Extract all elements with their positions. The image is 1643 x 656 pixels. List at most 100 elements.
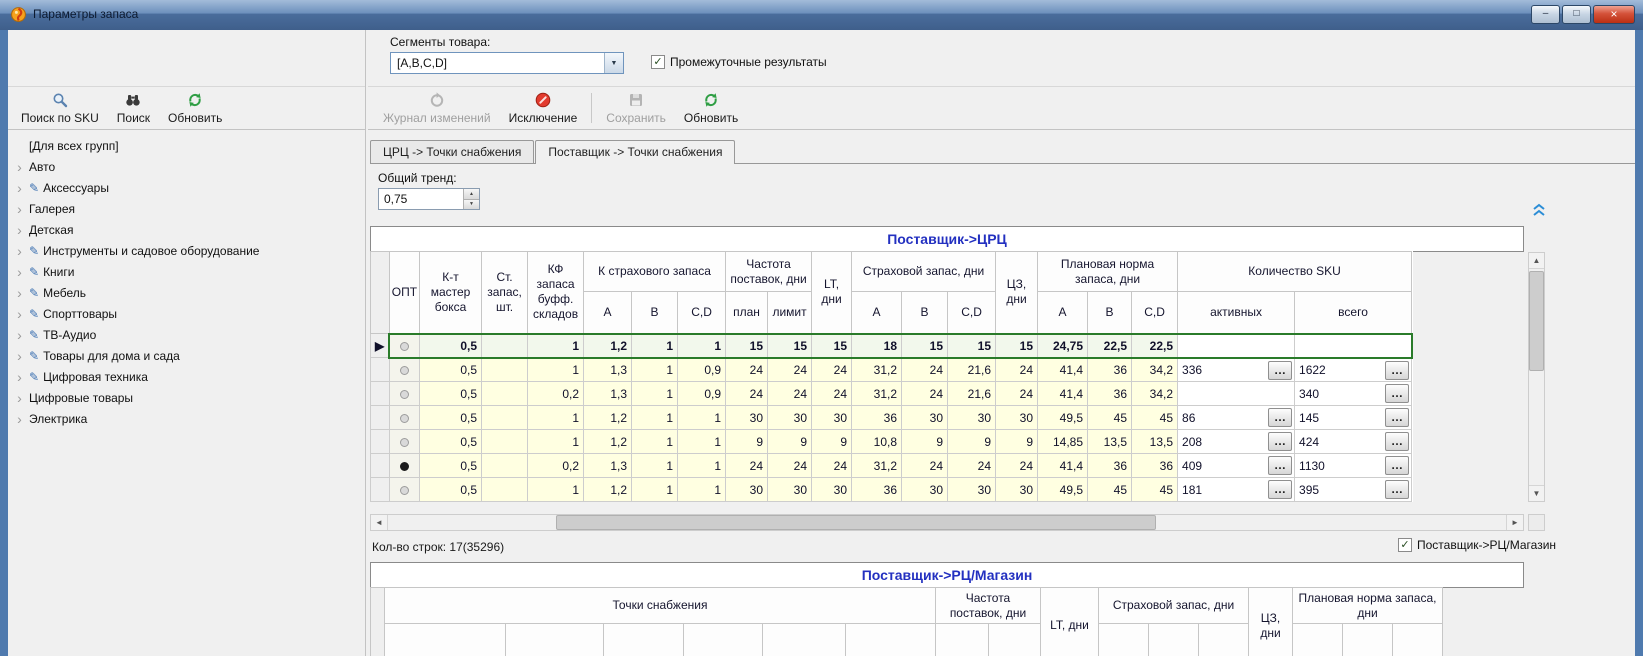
tree-expander-icon[interactable]: › [14,349,25,363]
sku-active-cell[interactable]: 86… [1177,405,1296,430]
column-header-b[interactable]: B [901,291,949,334]
grid-cell[interactable]: 24 [995,453,1039,478]
grid-cell[interactable]: 1 [527,357,585,382]
grid-cell[interactable] [481,357,529,382]
grid-cell[interactable]: 1,2 [583,332,633,359]
ellipsis-button[interactable]: … [1268,360,1293,380]
grid-cell[interactable]: 24 [725,381,769,406]
table-row[interactable]: ▶ 0,5 1 1,2 1 1 15 15 15 18 15 15 15 24,75 22,5 22,5 [370,332,1413,359]
column-header-sku-total[interactable]: всего [1294,291,1413,334]
grid-cell[interactable]: 41,4 [1037,453,1089,478]
grid-cell[interactable]: 36 [1087,381,1133,406]
grid-cell[interactable] [481,429,529,454]
sub-header[interactable] [762,623,846,656]
vertical-scrollbar[interactable]: ▲ ▼ [1528,252,1545,502]
grid-cell[interactable]: 14,85 [1037,429,1089,454]
group-header-chastota[interactable]: Частота поставок, дни [725,251,813,292]
grid-cell[interactable]: 36 [1087,453,1133,478]
sku-total-cell[interactable]: 145… [1294,405,1413,430]
grid-cell[interactable]: 9 [995,429,1039,454]
tree-item[interactable]: › ✎ Инструменты и садовое оборудование [14,240,365,261]
sub-header[interactable] [603,623,684,656]
column-header-a[interactable]: A [851,291,903,334]
sku-active-cell[interactable] [1177,381,1296,406]
grid-cell[interactable]: 49,5 [1037,477,1089,502]
group-header-k-strah[interactable]: К страхового запаса [583,251,727,292]
grid-cell[interactable]: 1 [677,453,727,478]
scroll-up-icon[interactable]: ▲ [1529,253,1544,269]
grid-cell[interactable]: 0,5 [419,332,483,359]
tree-expander-icon[interactable]: › [14,244,25,258]
grid-cell[interactable]: 1,3 [583,381,633,406]
grid-cell[interactable]: 13,5 [1131,429,1179,454]
ellipsis-button[interactable]: … [1268,432,1293,451]
grid-cell[interactable]: 24,75 [1037,332,1089,359]
sub-header[interactable] [1342,623,1393,656]
grid-cell[interactable]: 30 [767,405,813,430]
group-header-strah-zapas[interactable]: Страховой запас, дни [1098,587,1249,624]
grid-cell[interactable]: 36 [851,477,903,502]
sub-header[interactable] [988,623,1041,656]
grid-cell[interactable]: 30 [901,477,949,502]
grid-cell[interactable]: 22,5 [1131,332,1179,359]
ellipsis-button[interactable]: … [1385,408,1410,427]
grid-cell[interactable]: 30 [811,477,853,502]
grid-cell[interactable]: 15 [725,332,769,359]
grid-cell[interactable]: 24 [995,357,1039,382]
tree-item[interactable]: › ✎ Спорттовары [14,303,365,324]
sub-header[interactable] [683,623,763,656]
opt-radio[interactable] [388,332,421,359]
grid-cell[interactable]: 1 [631,332,679,359]
column-header-k-master[interactable]: К-т мастер бокса [419,251,483,334]
ellipsis-button[interactable]: … [1385,480,1410,499]
grid-cell[interactable]: 31,2 [851,453,903,478]
grid-cell[interactable]: 18 [851,332,903,359]
sku-total-cell[interactable]: 340… [1294,381,1413,406]
grid-cell[interactable]: 1 [527,477,585,502]
grid-cell[interactable] [481,405,529,430]
grid-cell[interactable]: 0,2 [527,381,585,406]
grid-cell[interactable]: 45 [1087,477,1133,502]
tree-expander-icon[interactable]: › [14,370,25,384]
tree-item[interactable]: › Галерея [14,198,365,219]
sku-total-cell[interactable]: 1622… [1294,357,1413,382]
opt-radio[interactable] [388,429,421,454]
tree-item[interactable]: › ✎ Книги [14,261,365,282]
grid-cell[interactable] [481,453,529,478]
group-header-chastota[interactable]: Частота поставок, дни [935,587,1041,624]
sku-active-cell[interactable]: 208… [1177,429,1296,454]
grid-cell[interactable]: 0,5 [419,477,483,502]
refresh-main-button[interactable]: Обновить [675,89,747,127]
group-header-strah-zapas[interactable]: Страховой запас, дни [851,251,997,292]
column-header-a[interactable]: A [583,291,633,334]
tree-expander-icon[interactable]: › [14,328,25,342]
grid-cell[interactable]: 41,4 [1037,357,1089,382]
tree-expander-icon[interactable]: › [14,223,25,237]
grid-cell[interactable]: 1 [677,429,727,454]
sku-total-cell[interactable]: 1130… [1294,453,1413,478]
grid-cell[interactable]: 1 [527,332,585,359]
ellipsis-button[interactable]: … [1385,384,1410,403]
refresh-left-button[interactable]: Обновить [159,89,231,127]
grid-cell[interactable]: 30 [947,477,997,502]
grid-cell[interactable]: 24 [725,357,769,382]
tree-expander-icon[interactable]: › [14,160,25,174]
sub-header[interactable] [1148,623,1199,656]
grid-cell[interactable]: 9 [767,429,813,454]
exclusion-button[interactable]: Исключение [500,89,587,127]
grid-cell[interactable]: 1,2 [583,429,633,454]
grid-cell[interactable]: 1 [527,405,585,430]
grid-cell[interactable]: 1 [631,429,679,454]
group-header-sku[interactable]: Количество SKU [1177,251,1413,292]
ellipsis-button[interactable]: … [1268,480,1293,499]
grid-cell[interactable]: 0,5 [419,453,483,478]
sub-header[interactable] [1098,623,1149,656]
grid-cell[interactable]: 24 [725,453,769,478]
tree-expander-icon[interactable]: › [14,265,25,279]
grid-cell[interactable]: 24 [767,381,813,406]
grid-cell[interactable]: 1,3 [583,453,633,478]
grid-cell[interactable]: 0,9 [677,357,727,382]
row-selector[interactable]: ▶ [370,333,390,358]
table-row[interactable]: 0,5 1 1,2 1 1 30 30 30 36 30 30 30 49,5 45 45 86… 145… [370,405,1413,430]
opt-radio[interactable] [388,453,421,478]
